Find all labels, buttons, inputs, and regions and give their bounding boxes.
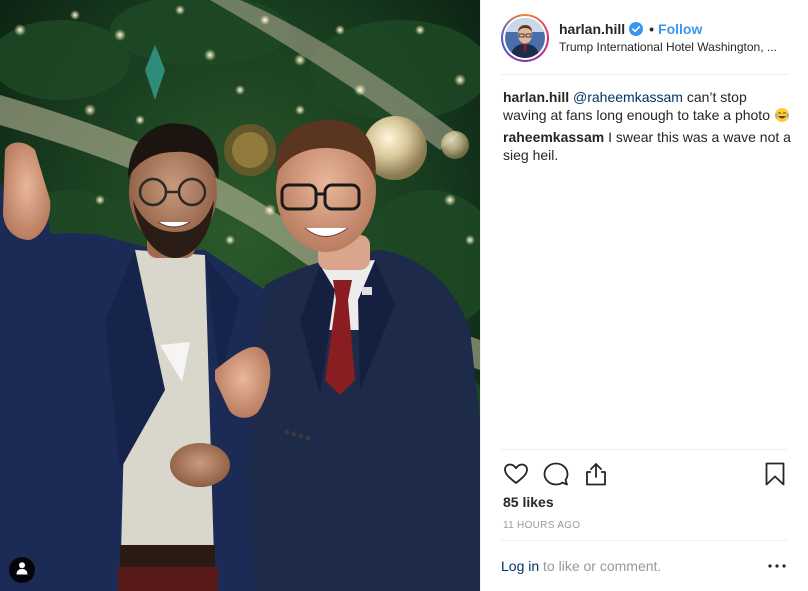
post-image — [0, 0, 480, 591]
login-prompt-text: to like or comment. — [539, 558, 662, 574]
more-options-icon[interactable] — [766, 556, 788, 576]
author-username[interactable]: harlan.hill — [559, 20, 625, 38]
comment-username[interactable]: harlan.hill — [503, 89, 569, 105]
action-bar — [501, 449, 788, 498]
verified-badge-icon — [629, 21, 644, 36]
post-timestamp[interactable]: 11 HOURS AGO — [503, 520, 580, 531]
login-link[interactable]: Log in — [501, 558, 539, 574]
bookmark-icon[interactable] — [762, 461, 788, 487]
post-header: harlan.hill • Follow Trump International… — [481, 0, 808, 75]
comment-login-prompt: Log in to like or comment. — [501, 540, 788, 591]
share-icon[interactable] — [583, 461, 609, 487]
instagram-post: harlan.hill • Follow Trump International… — [0, 0, 808, 591]
post-photo[interactable] — [0, 0, 480, 591]
comment-icon[interactable] — [543, 461, 569, 487]
comment-username[interactable]: raheemkassam — [503, 129, 604, 145]
separator-dot: • — [649, 20, 655, 37]
likes-count[interactable]: 85 likes — [503, 494, 554, 510]
comment-list: harlan.hill @raheemkassam can’t stop wav… — [503, 88, 793, 168]
profile-avatar[interactable] — [501, 13, 549, 62]
comment-mention[interactable]: @raheemkassam — [573, 89, 683, 105]
avatar-image — [505, 17, 545, 58]
reply-comment: raheemkassam I swear this was a wave not… — [503, 128, 793, 164]
user-tag-button[interactable] — [9, 557, 35, 583]
user-tag-icon — [15, 561, 29, 580]
post-location[interactable]: Trump International Hotel Washington, ..… — [559, 38, 777, 56]
post-side-panel: harlan.hill • Follow Trump International… — [480, 0, 808, 591]
heart-icon[interactable] — [503, 461, 529, 487]
tears-of-joy-emoji-icon — [774, 107, 790, 123]
post-header-text: harlan.hill • Follow Trump International… — [559, 20, 777, 56]
follow-button[interactable]: Follow — [658, 20, 702, 38]
caption-comment: harlan.hill @raheemkassam can’t stop wav… — [503, 88, 793, 124]
